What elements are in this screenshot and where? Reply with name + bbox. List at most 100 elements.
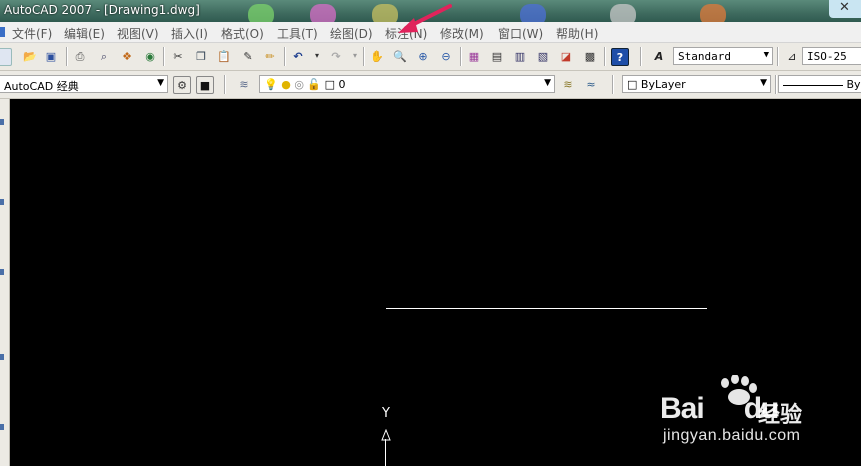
print-preview-icon[interactable]: ⌕: [96, 48, 112, 64]
taskbar-glow-blue: [520, 4, 546, 22]
standard-toolbar: 📂 ▣ ⎙ ⌕ ❖ ◉ ✂ ❐ 📋 ✎ ✏ ↶ ▾ ↷ ▾ ✋ 🔍 ⊕ ⊖ ▦ …: [0, 43, 861, 71]
toolbar-separator: [284, 47, 286, 66]
layer-manager-icon[interactable]: ≋: [236, 76, 252, 92]
annotation-arrow-icon: [398, 4, 452, 33]
layer-name: 0: [338, 78, 346, 91]
open-icon[interactable]: 📂: [22, 48, 38, 64]
block-editor-icon[interactable]: ✏: [262, 48, 278, 64]
ucs-y-label: Y: [382, 406, 390, 421]
linetype-value: ByL: [846, 78, 861, 91]
layers-toolbar: AutoCAD 经典 ▼ ⚙ ■ ≋ 💡 ● ◎ 🔓 □ 0 ▼ ≋ ≈ □ B…: [0, 71, 861, 99]
toolbar-separator: [777, 47, 779, 66]
taskbar-glow-orange: [700, 4, 726, 22]
paste-icon[interactable]: 📋: [216, 48, 232, 64]
sheet-set-icon[interactable]: ▧: [535, 48, 551, 64]
markup-icon[interactable]: ◪: [558, 48, 574, 64]
watermark-brand-cn: 经验: [758, 403, 803, 428]
layer-freeze-icon: ●: [281, 78, 291, 91]
redo-dropdown-icon[interactable]: ▾: [347, 48, 363, 64]
dock-handle[interactable]: [0, 269, 4, 275]
dock-handle[interactable]: [0, 424, 4, 430]
document-icon[interactable]: [0, 27, 5, 37]
menu-format[interactable]: 格式(O): [221, 25, 264, 42]
line-entity[interactable]: [386, 308, 707, 309]
dock-handle[interactable]: [0, 199, 4, 205]
layer-viewport-freeze-icon: ◎: [294, 78, 304, 91]
linetype-select[interactable]: ByL: [778, 75, 861, 93]
dock-handle[interactable]: [0, 119, 4, 125]
dim-style-value: ISO-25: [807, 50, 847, 63]
color-select[interactable]: □ ByLayer ▼: [622, 75, 771, 93]
print-icon[interactable]: ⎙: [72, 48, 88, 64]
toolbar-separator: [460, 47, 462, 66]
menu-help[interactable]: 帮助(H): [556, 25, 598, 42]
publish-icon[interactable]: ❖: [119, 48, 135, 64]
toolbar-separator: [66, 47, 68, 66]
zoom-window-icon[interactable]: ⊕: [415, 48, 431, 64]
taskbar-glow-gray: [610, 4, 636, 22]
redo-icon[interactable]: ↷: [328, 48, 344, 64]
dim-style-select[interactable]: ISO-25: [802, 47, 861, 65]
toolbar-separator: [224, 75, 226, 94]
toolbar-separator: [612, 75, 614, 94]
color-value: ByLayer: [640, 78, 686, 91]
layer-previous-icon[interactable]: ≈: [583, 76, 599, 92]
workspace-value: AutoCAD 经典: [4, 80, 79, 93]
save-icon[interactable]: ▣: [43, 48, 59, 64]
etransmit-icon[interactable]: ◉: [142, 48, 158, 64]
chevron-down-icon: ▼: [763, 50, 769, 60]
linetype-sample: [783, 84, 843, 86]
menu-window[interactable]: 窗口(W): [498, 25, 543, 42]
make-object-layer-current-icon[interactable]: ≋: [560, 76, 576, 92]
dock-handle[interactable]: [0, 354, 4, 360]
baidu-watermark: Bai du 经验 jingyan.baidu.com: [633, 375, 853, 455]
chevron-down-icon: ▼: [157, 78, 164, 88]
text-style-icon[interactable]: A: [651, 48, 667, 64]
help-icon[interactable]: ?: [611, 48, 629, 66]
ucs-arrow-icon: [381, 429, 391, 441]
color-swatch-icon: □: [627, 78, 638, 91]
layer-lock-icon: 🔓: [307, 78, 322, 91]
zoom-realtime-icon[interactable]: 🔍: [392, 48, 408, 64]
chevron-down-icon: ▼: [544, 78, 551, 88]
close-button[interactable]: ✕: [829, 0, 861, 18]
menu-file[interactable]: 文件(F): [12, 25, 52, 42]
copy-icon[interactable]: ❐: [193, 48, 209, 64]
taskbar-glow-green: [248, 4, 274, 22]
properties-icon[interactable]: ▦: [466, 48, 482, 64]
menu-view[interactable]: 视图(V): [117, 25, 159, 42]
toolbar-separator: [163, 47, 165, 66]
workspace-select[interactable]: AutoCAD 经典 ▼: [0, 75, 168, 93]
tool-palettes-icon[interactable]: ▥: [512, 48, 528, 64]
toolbar-separator: [640, 47, 642, 66]
chevron-down-icon: ▼: [760, 78, 767, 88]
menu-insert[interactable]: 插入(I): [171, 25, 208, 42]
cut-icon[interactable]: ✂: [170, 48, 186, 64]
menu-draw[interactable]: 绘图(D): [330, 25, 373, 42]
text-style-value: Standard: [678, 50, 731, 63]
pan-icon[interactable]: ✋: [369, 48, 385, 64]
taskbar-glow-pink: [310, 4, 336, 22]
layer-on-icon: 💡: [264, 78, 278, 91]
left-dock-strip: [0, 99, 10, 466]
toolbar-separator: [604, 47, 606, 66]
menu-tools[interactable]: 工具(T): [277, 25, 318, 42]
toolbar-separator: [363, 47, 365, 66]
menu-edit[interactable]: 编辑(E): [64, 25, 105, 42]
calculator-icon[interactable]: ▩: [582, 48, 598, 64]
dim-style-icon[interactable]: ⊿: [784, 48, 800, 64]
close-icon: ✕: [839, 0, 850, 15]
layer-select[interactable]: 💡 ● ◎ 🔓 □ 0 ▼: [259, 75, 555, 93]
undo-dropdown-icon[interactable]: ▾: [309, 48, 325, 64]
window-title: AutoCAD 2007 - [Drawing1.dwg]: [4, 3, 200, 17]
layer-color-swatch-icon: □: [324, 78, 336, 91]
new-icon[interactable]: [0, 48, 12, 66]
match-properties-icon[interactable]: ✎: [240, 48, 256, 64]
workspace-settings-icon[interactable]: ⚙: [173, 76, 191, 94]
undo-icon[interactable]: ↶: [290, 48, 306, 64]
toolbar-separator: [775, 75, 777, 94]
text-style-select[interactable]: Standard ▼: [673, 47, 773, 65]
zoom-previous-icon[interactable]: ⊖: [438, 48, 454, 64]
save-workspace-icon[interactable]: ■: [196, 76, 214, 94]
design-center-icon[interactable]: ▤: [489, 48, 505, 64]
